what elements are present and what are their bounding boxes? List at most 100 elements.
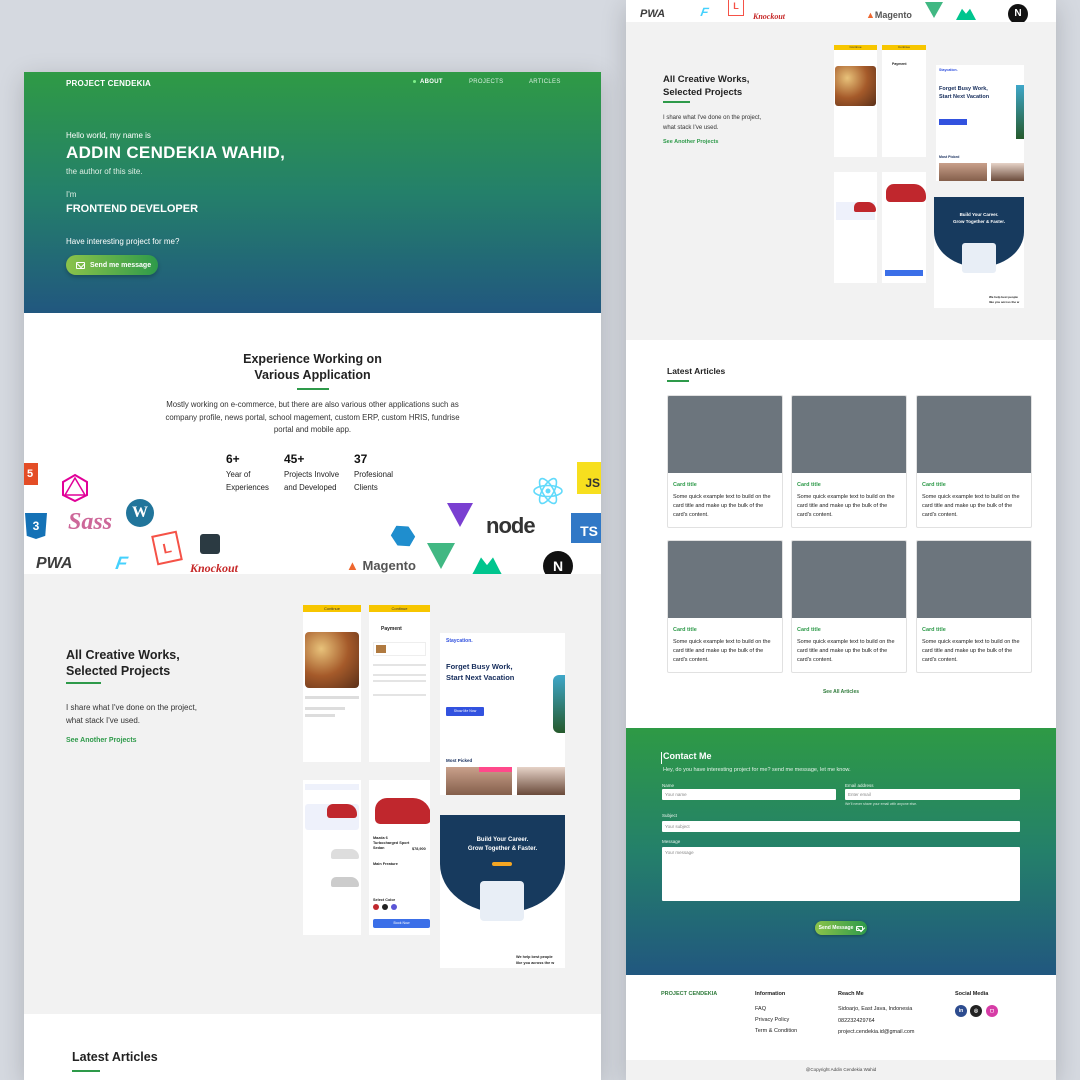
- works-title-line2: Selected Projects: [66, 664, 171, 678]
- typescript-icon: TS: [571, 513, 601, 543]
- linkedin-icon[interactable]: in: [955, 1005, 967, 1017]
- send-message-form-label: Send Message: [818, 925, 854, 931]
- article-text: Some quick example text to build on the …: [673, 494, 771, 518]
- article-text: Some quick example text to build on the …: [922, 494, 1020, 518]
- food-image: [305, 632, 359, 688]
- payment-title: Payment: [381, 626, 402, 632]
- email-input[interactable]: Enter email: [845, 789, 1020, 800]
- article-card[interactable]: Card title Some quick example text to bui…: [667, 540, 783, 673]
- stat-years-label: Year of Experiences: [226, 469, 269, 494]
- send-message-button[interactable]: Send me message: [66, 255, 158, 275]
- article-title[interactable]: Card title: [797, 627, 821, 633]
- active-dot-icon: [413, 79, 416, 83]
- car-color-options[interactable]: [373, 904, 397, 910]
- article-title[interactable]: Card title: [673, 482, 697, 488]
- color-purple-option[interactable]: [391, 904, 397, 910]
- works-title-small-2: Selected Projects: [663, 86, 743, 98]
- book-now-button[interactable]: Book Now: [373, 919, 430, 928]
- instagram-icon[interactable]: ◻: [986, 1005, 998, 1017]
- food-app-mockup-small[interactable]: Continue: [834, 45, 877, 157]
- staycation-hero-image-small: [1016, 85, 1024, 139]
- article-title[interactable]: Card title: [922, 482, 946, 488]
- footer-brand[interactable]: PROJECT CENDEKIA: [661, 991, 717, 997]
- article-text: Some quick example text to build on the …: [797, 639, 895, 663]
- article-title[interactable]: Card title: [922, 627, 946, 633]
- payment-mockup-small[interactable]: Continue Payment: [882, 45, 926, 157]
- car-detail-mockup-small[interactable]: [882, 172, 926, 283]
- article-card[interactable]: Card title Some quick example text to bui…: [916, 540, 1032, 673]
- send-message-form-button[interactable]: Send Message: [815, 921, 867, 935]
- hero-question: Have interesting project for me?: [66, 237, 180, 246]
- message-textarea[interactable]: Your message: [662, 847, 1020, 901]
- article-image: [668, 396, 782, 473]
- see-another-projects-link-small[interactable]: See Another Projects: [663, 139, 718, 145]
- title-underline: [297, 388, 329, 390]
- article-card[interactable]: Card title Some quick example text to bui…: [916, 395, 1032, 528]
- latest-underline-small: [667, 380, 689, 382]
- article-title[interactable]: Card title: [797, 482, 821, 488]
- car-list-mockup[interactable]: [303, 780, 361, 935]
- career-illustration-small: [962, 243, 996, 273]
- career-title: Build Your Career. Grow Together & Faster…: [440, 836, 565, 854]
- subject-input[interactable]: Your subject: [662, 821, 1020, 832]
- article-image: [668, 541, 782, 618]
- payment-item: [373, 642, 426, 656]
- nav-about[interactable]: ABOUT: [413, 79, 443, 85]
- stat-clients-value: 37: [354, 452, 368, 466]
- brand-logo[interactable]: PROJECT CENDEKIA: [66, 79, 151, 88]
- staycation-brand: Staycation.: [446, 638, 473, 644]
- career-mockup[interactable]: Build Your Career. Grow Together & Faster…: [440, 815, 565, 968]
- nodejs-icon: node: [486, 513, 536, 538]
- css3-icon: 3: [25, 513, 47, 539]
- footer-terms-link[interactable]: Term & Condition: [755, 1028, 797, 1034]
- career-title-2: Grow Together & Faster.: [467, 846, 538, 852]
- react-icon: [533, 477, 563, 505]
- article-image: [792, 396, 906, 473]
- experience-title-line1: Experience Working on: [243, 352, 382, 366]
- payment-line: [373, 664, 426, 666]
- footer-privacy-link[interactable]: Privacy Policy: [755, 1017, 789, 1023]
- career-mockup-small[interactable]: Build Your Career. Grow Together & Faster…: [934, 197, 1024, 308]
- staycation-headline-small-1: Forget Busy Work,: [939, 86, 988, 92]
- footer-information-title: Information: [755, 991, 786, 997]
- latest-articles-title: Latest Articles: [72, 1050, 158, 1064]
- car-red-image: [327, 804, 357, 818]
- footer-email[interactable]: project.cendekia.id@gmail.com: [838, 1029, 915, 1035]
- career-button[interactable]: [492, 862, 512, 866]
- book-now-button-small[interactable]: [885, 270, 923, 276]
- footer-address: Sidoarjo, East Java, Indonesia: [838, 1006, 913, 1012]
- color-red-option[interactable]: [373, 904, 379, 910]
- hero-name: ADDIN CENDEKIA WAHID,: [66, 143, 286, 162]
- github-icon[interactable]: ◎: [970, 1005, 982, 1017]
- sass-icon: Sass: [68, 509, 113, 535]
- footer-faq-link[interactable]: FAQ: [755, 1006, 766, 1012]
- staycation-button[interactable]: Show Me Now: [446, 707, 484, 716]
- car-detail-mockup[interactable]: Mazda 6 Turbocharged Sport Sedan $78,900…: [369, 780, 430, 935]
- stat-clients-label-1: Profesional: [354, 470, 394, 479]
- article-card[interactable]: Card title Some quick example text to bui…: [791, 540, 907, 673]
- staycation-button-small[interactable]: [939, 119, 967, 125]
- see-all-articles-link[interactable]: See All Articles: [626, 689, 1056, 695]
- nav-projects[interactable]: PROJECTS: [469, 79, 503, 85]
- payment-mockup[interactable]: Continue Payment: [369, 605, 430, 762]
- latest-articles-title-small: Latest Articles: [667, 366, 726, 376]
- html5-icon: 5: [24, 463, 38, 485]
- payment-thumb: [376, 645, 386, 653]
- article-card[interactable]: Card title Some quick example text to bui…: [667, 395, 783, 528]
- name-label: Name: [662, 783, 675, 788]
- nav-articles[interactable]: ARTICLES: [529, 79, 561, 85]
- article-title[interactable]: Card title: [673, 627, 697, 633]
- name-input[interactable]: Your name: [662, 789, 836, 800]
- car-list-mockup-small[interactable]: [834, 172, 877, 283]
- experience-description: Mostly working on e-commerce, but there …: [165, 400, 460, 434]
- staycation-mockup-small[interactable]: Staycation. Forget Busy Work, Start Next …: [936, 65, 1024, 181]
- food-app-mockup[interactable]: Continue: [303, 605, 361, 762]
- color-black-option[interactable]: [382, 904, 388, 910]
- car-detail-image: [375, 798, 430, 824]
- staycation-mockup[interactable]: Staycation. Forget Busy Work, Start Next …: [440, 633, 565, 795]
- see-another-projects-link[interactable]: See Another Projects: [66, 737, 137, 744]
- car-card: [305, 872, 359, 892]
- works-description-small: I share what I've done on the project, wh…: [663, 114, 761, 133]
- article-card[interactable]: Card title Some quick example text to bui…: [791, 395, 907, 528]
- staycation-brand-small: Staycation.: [939, 68, 958, 72]
